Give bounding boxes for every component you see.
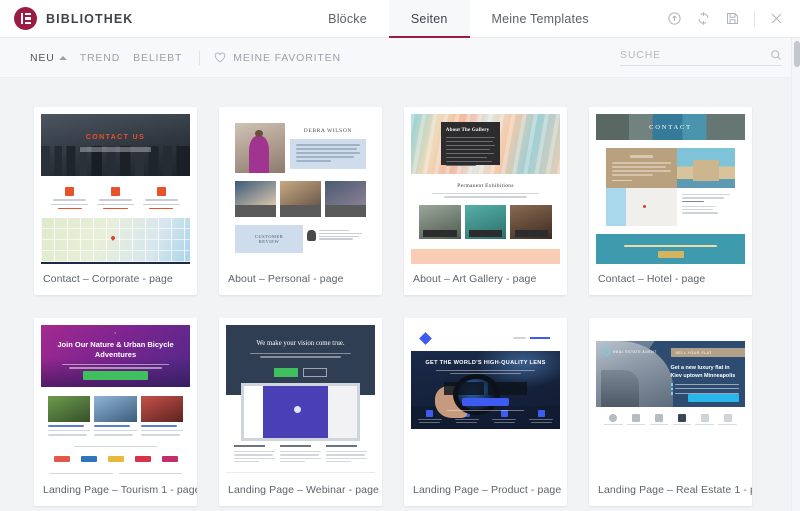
template-card[interactable]: About The Gallery Permanent Exhibitions (404, 107, 567, 295)
template-card[interactable]: • Join Our Nature & Urban Bicycle Advent… (34, 318, 197, 506)
template-card[interactable]: GET THE WORLD'S HIGH-QUALITY LENS Landin… (404, 318, 567, 506)
brand: BIBLIOTHEK (0, 0, 250, 37)
mini-banner: SELL YOUR FLAT (675, 350, 712, 355)
mini-hero-title: CONTACT US (85, 134, 146, 141)
filter-label: NEU (30, 51, 55, 64)
heart-icon (215, 52, 226, 63)
template-card[interactable]: CONTACT Contact – Hotel - page (589, 107, 752, 295)
tab-label: Seiten (410, 11, 448, 26)
tab-label: Meine Templates (491, 11, 589, 26)
template-title: Landing Page – Real Estate 1 - page (598, 484, 752, 496)
library-header: BIBLIOTHEK Blöcke Seiten Meine Templates (0, 0, 800, 38)
template-title: Landing Page – Tourism 1 - page (43, 484, 197, 496)
filter-label: BELIEBT (133, 51, 183, 64)
filter-divider (199, 50, 201, 65)
mini-logo-icon (419, 331, 432, 345)
template-title: About – Art Gallery - page (413, 273, 537, 285)
search-icon[interactable] (770, 49, 782, 61)
mini-hero-title: About The Gallery (445, 127, 490, 133)
template-thumbnail: CONTACT (589, 107, 752, 264)
template-thumbnail: CONTACT US (34, 107, 197, 264)
template-title: Landing Page – Product - page (413, 484, 562, 496)
mini-hero-title: CONTACT (649, 123, 692, 131)
template-title: Landing Page – Webinar - page (228, 484, 379, 496)
scrollbar-thumb[interactable] (793, 41, 800, 67)
sync-icon[interactable] (696, 11, 711, 26)
mini-section-title: Permanent Exhibitions (457, 183, 514, 189)
template-thumbnail: REAL ESTATE AGENT SELL YOUR FLAT Get a n… (589, 318, 752, 475)
template-thumbnail: • Join Our Nature & Urban Bicycle Advent… (34, 318, 197, 475)
template-grid-scroll[interactable]: CONTACT US Contact – Corporate - page DE… (0, 79, 800, 511)
save-floppy-icon[interactable] (725, 11, 740, 26)
template-card[interactable]: DEBRA WILSON CUSTOMER REVIEW About – Per… (219, 107, 382, 295)
template-title: Contact – Hotel - page (598, 273, 706, 285)
mini-hero-title: We make your vision come true. (256, 340, 345, 347)
filter-label: TREND (79, 51, 121, 64)
filter-neu[interactable]: NEU (30, 52, 80, 64)
filter-bar: NEU TREND BELIEBT MEINE FAVORITEN (0, 38, 800, 78)
template-grid: CONTACT US Contact – Corporate - page DE… (0, 79, 800, 506)
filter-meine-favoriten[interactable]: MEINE FAVORITEN (214, 52, 341, 64)
tab-meine-templates[interactable]: Meine Templates (470, 0, 611, 37)
sort-filters: NEU TREND BELIEBT MEINE FAVORITEN (30, 50, 341, 65)
brand-title: BIBLIOTHEK (46, 11, 134, 26)
tab-label: Blöcke (328, 11, 367, 26)
template-title: Contact – Corporate - page (43, 273, 173, 285)
mini-badge: REAL ESTATE AGENT (613, 349, 657, 354)
caret-up-icon (58, 55, 67, 60)
upload-circle-icon[interactable] (667, 11, 682, 26)
template-card[interactable]: We make your vision come true. Landing P… (219, 318, 382, 506)
mini-review-line2: REVIEW (258, 239, 280, 244)
favorites-label: MEINE FAVORITEN (233, 51, 341, 64)
template-thumbnail: DEBRA WILSON CUSTOMER REVIEW (219, 107, 382, 264)
template-thumbnail: About The Gallery Permanent Exhibitions (404, 107, 567, 264)
search-input[interactable] (620, 49, 770, 61)
header-actions (667, 0, 800, 37)
tab-bloecke[interactable]: Blöcke (306, 0, 389, 37)
tab-seiten[interactable]: Seiten (388, 0, 470, 38)
template-card[interactable]: CONTACT US Contact – Corporate - page (34, 107, 197, 295)
mini-hero-title: DEBRA WILSON (303, 128, 352, 134)
library-tabs: Blöcke Seiten Meine Templates (250, 0, 667, 38)
template-library-modal: BIBLIOTHEK Blöcke Seiten Meine Templates (0, 0, 800, 511)
mini-hero-title: Join Our Nature & Urban Bicycle Adventur… (57, 340, 174, 360)
template-thumbnail: GET THE WORLD'S HIGH-QUALITY LENS (404, 318, 567, 475)
elementor-logo-icon (14, 7, 37, 30)
header-divider (754, 10, 755, 27)
mini-hero-title: Get a new luxury flat in Kiev uptown Min… (670, 365, 736, 379)
mini-hero-title: GET THE WORLD'S HIGH-QUALITY LENS (425, 360, 546, 366)
close-x-icon[interactable] (769, 11, 784, 26)
vertical-scrollbar[interactable] (791, 38, 800, 511)
filter-beliebt[interactable]: BELIEBT (133, 52, 195, 64)
template-card[interactable]: REAL ESTATE AGENT SELL YOUR FLAT Get a n… (589, 318, 752, 506)
search-box[interactable] (620, 49, 782, 66)
filter-trend[interactable]: TREND (80, 52, 133, 64)
template-title: About – Personal - page (228, 273, 344, 285)
template-thumbnail: We make your vision come true. (219, 318, 382, 475)
